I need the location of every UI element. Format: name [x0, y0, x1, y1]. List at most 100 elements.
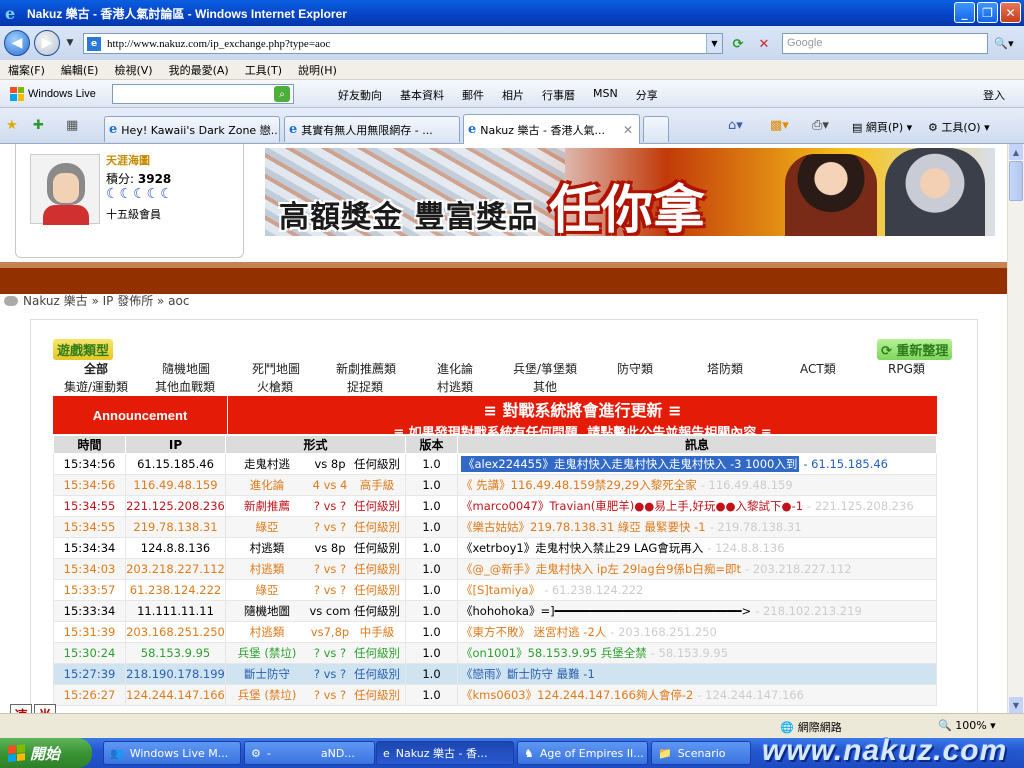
table-row[interactable]: 15:31:39 203.168.251.250 村逃類 vs7,8p 中手級 1.0 《東…	[53, 621, 937, 643]
page-menu[interactable]: ▤ 網頁(P) ▾	[852, 119, 912, 135]
category-deathmatch[interactable]: 死鬥地圖	[252, 360, 300, 377]
search-icon[interactable]: 🔍▾	[988, 33, 1020, 54]
username[interactable]: 天涯海圖	[106, 152, 150, 168]
print-icon[interactable]: ⎙▾	[812, 118, 829, 133]
category-sports[interactable]: 集遊/運動類	[64, 378, 128, 395]
scroll-up-icon[interactable]: ▲	[1009, 144, 1023, 160]
message-text[interactable]: 《 先講》116.49.48.159禁29,29入黎死全家	[461, 478, 697, 492]
message-text[interactable]: 《xetrboy1》走鬼村快入禁止29 LAG會玩再入	[461, 541, 703, 555]
live-search-go-icon[interactable]: ⌕	[274, 86, 290, 102]
scroll-down-icon[interactable]: ▼	[1009, 697, 1023, 713]
category-random-map[interactable]: 隨機地圖	[162, 360, 210, 377]
menu-edit[interactable]: 編輯(E)	[61, 62, 99, 78]
live-link-friends[interactable]: 好友動向	[338, 87, 382, 103]
breadcrumb-text[interactable]: Nakuz 樂古 » IP 發佈所 » aoc	[23, 292, 189, 309]
search-input[interactable]: Google	[782, 33, 988, 54]
message-text[interactable]: 《@_@新手》走鬼村快入 ip左 29lag台9係b白痴=即t	[461, 562, 741, 576]
category-castle[interactable]: 兵堡/箏堡類	[513, 360, 577, 377]
address-url[interactable]: http://www.nakuz.com/ip_exchange.php?typ…	[107, 38, 330, 50]
task-scenario[interactable]: 📁 Scenario	[651, 741, 751, 765]
table-row[interactable]: 15:27:39 218.190.178.199 斷士防守 ? vs ? 任何級別 1.0…	[53, 663, 937, 685]
start-button[interactable]: 開始	[0, 738, 92, 768]
tab-kawaii[interactable]: e Hey! Kawaii's Dark Zone 戀...	[104, 116, 280, 142]
table-row[interactable]: 15:34:55 221.125.208.236 新劇推薦 ? vs ? 任何級別 1.0…	[53, 495, 937, 517]
close-button[interactable]: ✕	[1000, 2, 1021, 23]
table-row[interactable]: 15:34:34 124.8.8.136 村逃類 vs 8p 任何級別 1.0 《xetrb…	[53, 537, 937, 559]
task-and[interactable]: ⚙ - aND...	[244, 741, 375, 765]
history-dropdown-icon[interactable]: ▼	[64, 30, 76, 56]
tab-close-icon[interactable]: ✕	[623, 123, 633, 137]
table-row[interactable]: 15:34:55 219.78.138.31 綠亞 ? vs ? 任何級別 1.0 《樂古姑…	[53, 516, 937, 538]
category-rpg[interactable]: RPG類	[888, 360, 925, 377]
category-defense[interactable]: 防守類	[617, 360, 653, 377]
message-text[interactable]: 《kms0603》124.244.147.166夠人會停-2	[461, 688, 693, 702]
home-icon[interactable]: ⌂▾	[728, 118, 743, 133]
message-text[interactable]: 《alex224455》走鬼村快入走鬼村快入走鬼村快入 -3 1000入到	[461, 456, 800, 472]
live-link-mail[interactable]: 郵件	[462, 87, 484, 103]
refresh-icon[interactable]: ⟳	[729, 35, 747, 53]
message-text[interactable]: 《[S]tamiya》	[461, 583, 540, 597]
message-text[interactable]: 《戀雨》斷士防守 最難 -1	[461, 667, 595, 681]
favorites-star-icon[interactable]: ★	[6, 118, 18, 133]
address-dropdown-icon[interactable]: ▼	[706, 34, 722, 53]
tab-nakuz[interactable]: e Nakuz 樂古 - 香港人氣... ✕	[463, 114, 640, 144]
minimize-button[interactable]: _	[954, 2, 975, 23]
task-nakuz[interactable]: e Nakuz 樂古 - 香...	[376, 741, 514, 765]
refresh-button[interactable]: ⟳ 重新整理	[877, 339, 953, 360]
ad-banner[interactable]: 高額獎金 豐富獎品 任你拿	[265, 148, 995, 236]
signin-link[interactable]: 登入	[983, 87, 1005, 103]
table-row[interactable]: 15:30:24 58.153.9.95 兵堡 (禁垃) ? vs ? 任何級別 1.0 《…	[53, 642, 937, 664]
tab-storage[interactable]: e 其實有無人用無限網存 - ...	[284, 116, 460, 142]
category-catch[interactable]: 捉捉類	[347, 378, 383, 395]
category-other[interactable]: 其他	[533, 378, 557, 395]
category-all[interactable]: 全部	[84, 360, 108, 377]
zoom-level[interactable]: 🔍 100% ▾	[938, 719, 996, 732]
security-zone[interactable]: 🌐 網際網路	[780, 719, 842, 735]
address-bar[interactable]: e http://www.nakuz.com/ip_exchange.php?t…	[83, 33, 723, 54]
message-text[interactable]: 《marco0047》Travian(車肥羊)●●易上手,好玩●●入黎試下●-1	[461, 499, 803, 513]
menu-tools[interactable]: 工具(T)	[245, 62, 282, 78]
live-link-profile[interactable]: 基本資料	[400, 87, 444, 103]
message-text[interactable]: 《東方不敗》 迷宮村逃 -2人	[461, 625, 606, 639]
announcement-banner[interactable]: ≡ 對戰系統將會進行更新 ≡ ≡ 如果發現對戰系統有任何問題, 請點擊此公告並報…	[228, 396, 937, 441]
table-row[interactable]: 15:34:56 116.49.48.159 進化論 4 vs 4 高手級 1.0 《 先講…	[53, 474, 937, 496]
message-text[interactable]: 《on1001》58.153.9.95 兵堡全禁	[461, 646, 647, 660]
vertical-scrollbar[interactable]: ▲ ▼	[1007, 144, 1024, 713]
category-evolution[interactable]: 進化論	[437, 360, 473, 377]
menu-help[interactable]: 說明(H)	[298, 62, 337, 78]
stop-icon[interactable]: ✕	[755, 35, 773, 53]
back-button[interactable]: ◀	[4, 30, 30, 56]
table-row[interactable]: 15:26:27 124.244.147.166 兵堡 (禁垃) ? vs ? 任何級別…	[53, 684, 937, 706]
forward-button[interactable]: ▶	[34, 30, 60, 56]
scroll-thumb[interactable]	[1009, 161, 1023, 201]
live-link-share[interactable]: 分享	[636, 87, 658, 103]
tools-menu[interactable]: ⚙ 工具(O) ▾	[928, 119, 990, 135]
menu-favorites[interactable]: 我的最愛(A)	[169, 62, 229, 78]
table-row[interactable]: 15:33:57 61.238.124.222 綠亞 ? vs ? 任何級別 1.0 《[S…	[53, 579, 937, 601]
task-live-messenger[interactable]: 👥 Windows Live M...	[103, 741, 241, 765]
task-aoe[interactable]: ♞ Age of Empires II...	[517, 741, 648, 765]
table-row[interactable]: 15:34:03 203.218.227.112 村逃類 ? vs ? 任何級別 1.0 《…	[53, 558, 937, 580]
new-tab-button[interactable]	[643, 116, 669, 142]
menu-file[interactable]: 檔案(F)	[8, 62, 45, 78]
menu-view[interactable]: 檢視(V)	[114, 62, 152, 78]
message-text[interactable]: 《hohohoka》=]━━━━━━━━━━━━━━━━━━━━━━━━━━━>	[461, 604, 751, 618]
live-link-calendar[interactable]: 行事曆	[542, 87, 575, 103]
live-search-input[interactable]	[112, 84, 294, 104]
message-text[interactable]: 《樂古姑姑》219.78.138.31 綠亞 最緊要快 -1	[461, 520, 706, 534]
table-row[interactable]: 15:33:34 11.111.11.11 隨機地圖 vs com 任何級別 1.0 《ho…	[53, 600, 937, 622]
avatar[interactable]	[30, 154, 100, 225]
live-link-photos[interactable]: 相片	[502, 87, 524, 103]
category-tower-defense[interactable]: 塔防類	[707, 360, 743, 377]
feeds-icon[interactable]: ▩▾	[770, 118, 789, 133]
add-favorite-icon[interactable]: ✚	[33, 118, 44, 133]
category-musket[interactable]: 火槍類	[257, 378, 293, 395]
maximize-button[interactable]: ❐	[977, 2, 998, 23]
live-link-msn[interactable]: MSN	[593, 87, 618, 103]
category-new-recommend[interactable]: 新劇推薦類	[336, 360, 396, 377]
table-row[interactable]: 15:34:56 61.15.185.46 走鬼村逃 vs 8p 任何級別 1.0 《ale…	[53, 453, 937, 475]
category-other-battle[interactable]: 其他血戰類	[155, 378, 215, 395]
category-act[interactable]: ACT類	[800, 360, 836, 377]
category-village-escape[interactable]: 村逃類	[437, 378, 473, 395]
quick-tabs-icon[interactable]: ▦	[66, 118, 78, 133]
